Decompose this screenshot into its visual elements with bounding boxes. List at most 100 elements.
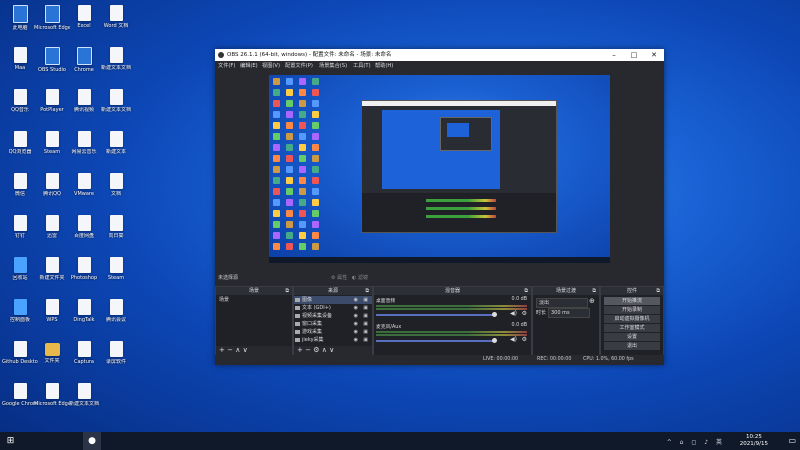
add-scene-button[interactable]: +: [219, 346, 225, 354]
eye-icon[interactable]: ◉: [354, 320, 358, 328]
desktop-icon[interactable]: QQ浏览器: [2, 128, 38, 168]
move-up-button[interactable]: ∧: [322, 346, 327, 354]
desktop-icon[interactable]: 百度网盘: [66, 212, 102, 252]
volume-knob[interactable]: [492, 312, 497, 317]
gear-icon[interactable]: ⚙: [522, 310, 527, 317]
desktop-icon[interactable]: QQ音乐: [2, 86, 38, 126]
desktop-icon[interactable]: VMware: [66, 170, 102, 210]
eye-icon[interactable]: ◉: [354, 336, 358, 344]
desktop-icon[interactable]: PotPlayer: [34, 86, 70, 126]
desktop-icon[interactable]: 文件夹: [34, 338, 70, 378]
lock-icon[interactable]: ▣: [363, 296, 368, 304]
desktop-icon[interactable]: 新建文本文档: [66, 380, 102, 420]
remove-source-button[interactable]: −: [305, 346, 311, 354]
move-up-button[interactable]: ∧: [235, 346, 240, 354]
add-source-button[interactable]: +: [297, 346, 303, 354]
desktop-icon[interactable]: Chrome: [66, 44, 102, 84]
desktop-icon[interactable]: 钉钉: [2, 212, 38, 252]
lock-icon[interactable]: ▣: [363, 312, 368, 320]
source-settings-button[interactable]: ⚙: [313, 346, 319, 354]
scene-item[interactable]: 场景: [216, 296, 292, 304]
move-down-button[interactable]: ∨: [329, 346, 334, 354]
add-transition-button[interactable]: ⊕: [589, 297, 595, 305]
desktop-icon[interactable]: 录屏软件: [98, 338, 134, 378]
exit-button[interactable]: 退出: [604, 342, 660, 350]
desktop-icon[interactable]: Github Desktop: [2, 338, 38, 378]
maximize-button[interactable]: □: [624, 49, 644, 61]
menu-view[interactable]: 视图(V): [262, 61, 280, 71]
lock-icon[interactable]: ▣: [363, 320, 368, 328]
desktop-icon[interactable]: 文档: [98, 170, 134, 210]
volume-slider[interactable]: [376, 314, 494, 316]
desktop-icon[interactable]: OBS Studio: [34, 44, 70, 84]
desktop-icon[interactable]: 向日葵: [98, 212, 134, 252]
properties-button[interactable]: ⚙ 属性: [331, 273, 347, 283]
desktop-icon[interactable]: Maa: [2, 44, 38, 84]
menu-file[interactable]: 文件(F): [218, 61, 235, 71]
desktop-icon[interactable]: Captura: [66, 338, 102, 378]
lock-icon[interactable]: ▣: [363, 336, 368, 344]
menu-profile[interactable]: 配置文件(P): [285, 61, 313, 71]
desktop-icon[interactable]: 新建文件夹: [34, 254, 70, 294]
eye-icon[interactable]: ◉: [354, 296, 358, 304]
eye-icon[interactable]: ◉: [354, 304, 358, 312]
eye-icon[interactable]: ◉: [354, 312, 358, 320]
desktop-icon[interactable]: 此电脑: [2, 2, 38, 42]
start-button[interactable]: ⊞: [2, 432, 19, 450]
desktop-icon[interactable]: 腾讯视频: [66, 86, 102, 126]
source-item[interactable]: 窗口采集 ◉ ▣: [294, 320, 372, 328]
desktop-icon[interactable]: Google Chrome: [2, 380, 38, 420]
desktop-icon[interactable]: 新建文本文档: [98, 86, 134, 126]
minimize-button[interactable]: –: [604, 49, 624, 61]
transition-select[interactable]: 淡出: [536, 298, 588, 308]
speaker-icon[interactable]: ◀): [510, 336, 517, 343]
studio-mode-button[interactable]: 工作室模式: [604, 324, 660, 332]
desktop-icon[interactable]: Word 文档: [98, 2, 134, 42]
desktop-icon[interactable]: 控制面板: [2, 296, 38, 336]
desktop-icon[interactable]: 迅雷: [34, 212, 70, 252]
volume-knob[interactable]: [492, 338, 497, 343]
desktop-icon[interactable]: 微信: [2, 170, 38, 210]
start-streaming-button[interactable]: 开始推流: [604, 297, 660, 305]
source-item[interactable]: jieky采集 ◉ ▣: [294, 336, 372, 344]
filters-button[interactable]: ◐ 滤镜: [352, 273, 368, 283]
source-item[interactable]: 游戏采集 ◉ ▣: [294, 328, 372, 336]
source-item[interactable]: 图像 ◉ ▣: [294, 296, 372, 304]
move-down-button[interactable]: ∨: [243, 346, 248, 354]
desktop-icon[interactable]: Microsoft Edge: [34, 380, 70, 420]
desktop-icon[interactable]: 新建文本: [98, 128, 134, 168]
desktop-icon[interactable]: 腾讯会议: [98, 296, 134, 336]
lock-icon[interactable]: ▣: [363, 328, 368, 336]
menu-scene-collection[interactable]: 场景集合(S): [319, 61, 347, 71]
virtual-camera-button[interactable]: 启动虚拟摄像机: [604, 315, 660, 323]
lock-icon[interactable]: ▣: [363, 304, 368, 312]
desktop-icon[interactable]: 新建文本文档: [98, 44, 134, 84]
clock[interactable]: 10:25 2021/9/15: [740, 434, 768, 448]
preview-canvas[interactable]: [269, 75, 610, 263]
system-tray[interactable]: ^ ⌂ ◻ ♪ 英: [667, 437, 725, 446]
menu-tools[interactable]: 工具(T): [353, 61, 371, 71]
desktop-icon[interactable]: Excel: [66, 2, 102, 42]
source-item[interactable]: 视频采集设备 ◉ ▣: [294, 312, 372, 320]
desktop-icon[interactable]: Steam: [98, 254, 134, 294]
close-button[interactable]: ✕: [644, 49, 664, 61]
desktop-icon[interactable]: WPS: [34, 296, 70, 336]
taskbar-obs-button[interactable]: ●: [83, 432, 101, 450]
desktop-icon[interactable]: Steam: [34, 128, 70, 168]
menu-edit[interactable]: 编辑(E): [240, 61, 258, 71]
settings-button[interactable]: 设置: [604, 333, 660, 341]
volume-slider[interactable]: [376, 340, 494, 342]
eye-icon[interactable]: ◉: [354, 328, 358, 336]
source-item[interactable]: 文本 (GDI+) ◉ ▣: [294, 304, 372, 312]
desktop-icon[interactable]: 腾讯QQ: [34, 170, 70, 210]
gear-icon[interactable]: ⚙: [522, 336, 527, 343]
desktop-icon[interactable]: DingTalk: [66, 296, 102, 336]
duration-input[interactable]: 300 ms: [548, 308, 590, 318]
desktop-icon[interactable]: Photoshop: [66, 254, 102, 294]
remove-scene-button[interactable]: −: [227, 346, 233, 354]
desktop-icon[interactable]: 网易云音乐: [66, 128, 102, 168]
desktop-icon[interactable]: Microsoft Edge: [34, 2, 70, 42]
desktop-icon[interactable]: 回收站: [2, 254, 38, 294]
menu-help[interactable]: 帮助(H): [375, 61, 393, 71]
speaker-icon[interactable]: ◀): [510, 310, 517, 317]
